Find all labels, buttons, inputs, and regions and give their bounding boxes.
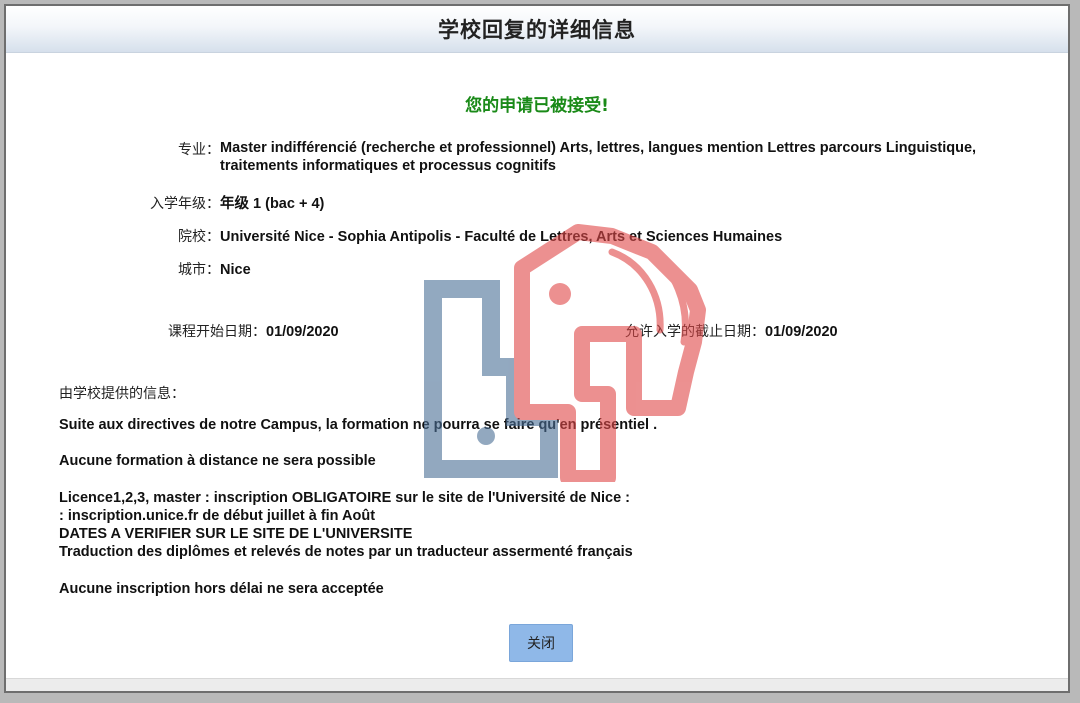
deadline-label: 允许入学的截止日期： bbox=[625, 324, 765, 340]
school-message: Suite aux directives de notre Campus, la… bbox=[59, 417, 658, 433]
school-info-label: 由学校提供的信息： bbox=[59, 386, 185, 402]
start-date-value: 01/09/2020 bbox=[266, 324, 339, 340]
major-label: 专业： bbox=[178, 142, 220, 158]
start-date-label: 课程开始日期： bbox=[168, 324, 266, 340]
deadline-row: 允许入学的截止日期：01/09/2020 bbox=[625, 321, 838, 341]
school-row: 院校：Université Nice - Sophia Antipolis - … bbox=[6, 226, 782, 246]
school-message: Aucune inscription hors délai ne sera ac… bbox=[59, 581, 384, 597]
school-label: 院校： bbox=[178, 229, 220, 245]
city-row: 城市：Nice bbox=[6, 259, 251, 279]
close-button[interactable]: 关闭 bbox=[509, 624, 573, 662]
deadline-value: 01/09/2020 bbox=[765, 324, 838, 340]
dialog-bottom-bar bbox=[6, 678, 1068, 691]
major-row: 专业： Master indifférencié (recherche et p… bbox=[6, 139, 1046, 175]
level-label: 入学年级： bbox=[150, 196, 220, 212]
acceptance-status: 您的申请已被接受! bbox=[465, 96, 609, 116]
dialog-title: 学校回复的详细信息 bbox=[438, 18, 636, 42]
level-value: 年级 1 (bac + 4) bbox=[220, 196, 325, 212]
city-label: 城市： bbox=[178, 262, 220, 278]
school-message: Licence1,2,3, master : inscription OBLIG… bbox=[59, 490, 633, 560]
school-message: Aucune formation à distance ne sera poss… bbox=[59, 453, 376, 469]
dialog-content: 您的申请已被接受! 专业： Master indifférencié (rech… bbox=[6, 53, 1068, 691]
city-value: Nice bbox=[220, 262, 251, 278]
school-value: Université Nice - Sophia Antipolis - Fac… bbox=[220, 229, 783, 245]
level-row: 入学年级：年级 1 (bac + 4) bbox=[6, 192, 324, 213]
start-date-row: 课程开始日期：01/09/2020 bbox=[168, 321, 339, 341]
dialog-titlebar: 学校回复的详细信息 bbox=[6, 6, 1068, 53]
school-reply-dialog: 学校回复的详细信息 您的申请已被接受! 专业： Master indiffére… bbox=[4, 4, 1070, 693]
major-value: Master indifférencié (recherche et profe… bbox=[220, 140, 977, 174]
